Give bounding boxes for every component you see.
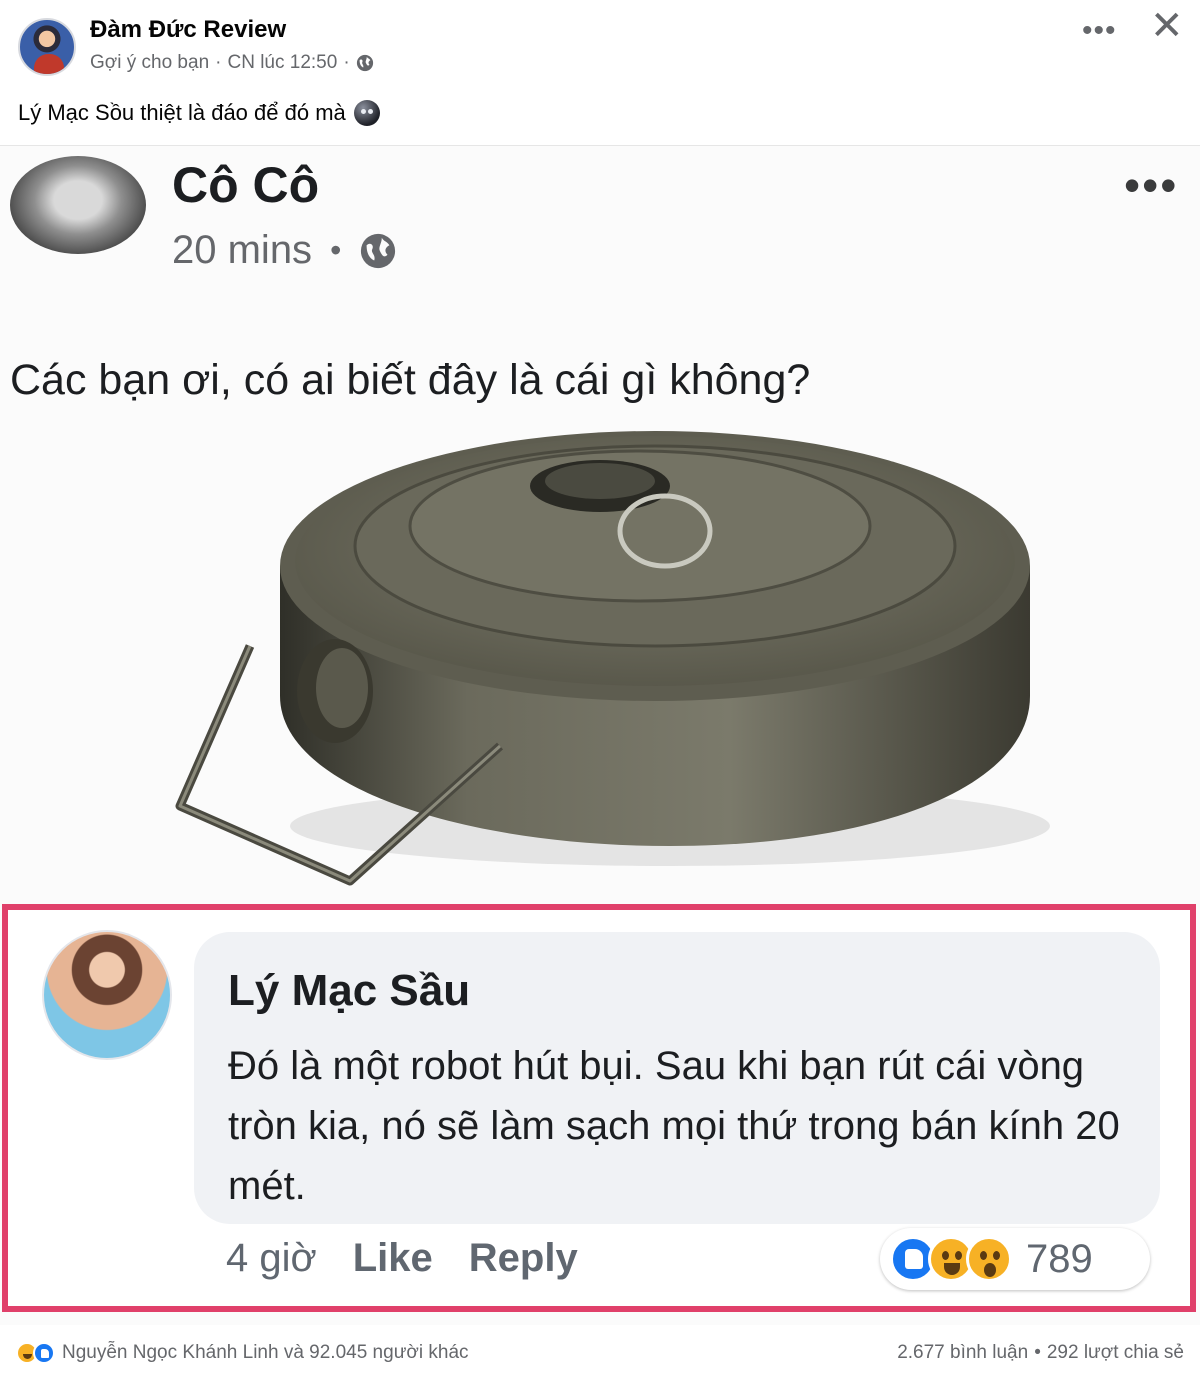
embedded-time: 20 mins [172, 228, 313, 272]
post-image[interactable]: Cô Cô 20 mins • ••• Các bạn ơi, có ai bi… [0, 145, 1200, 1325]
comment-reply-link: Reply [468, 1236, 578, 1280]
comment-text: Đó là một robot hút bụi. Sau khi bạn rút… [228, 1044, 1120, 1208]
more-options-icon[interactable]: ••• [1082, 14, 1117, 48]
embedded-question: Các bạn ơi, có ai biết đây là cái gì khô… [10, 356, 811, 404]
globe-icon [356, 54, 373, 72]
reaction-count: 789 [1026, 1236, 1093, 1281]
post-time[interactable]: CN lúc 12:50 [227, 52, 337, 74]
suggested-label: Gợi ý cho bạn [90, 52, 210, 73]
comment-time: 4 giờ [226, 1236, 317, 1280]
like-reaction-icon [33, 1342, 55, 1364]
landmine-illustration [175, 431, 1050, 886]
highlighted-comment: Lý Mạc Sầu Đó là một robot hút bụi. Sau … [2, 904, 1196, 1312]
comment-like-link: Like [352, 1236, 433, 1280]
wow-reaction-icon [966, 1236, 1012, 1282]
close-icon[interactable]: ✕ [1150, 6, 1184, 46]
comment-reactions: 789 [880, 1228, 1150, 1290]
reactions-summary[interactable]: Nguyễn Ngọc Khánh Linh và 92.045 người k… [16, 1342, 469, 1364]
page-avatar[interactable] [18, 18, 76, 76]
embedded-meta: 20 mins • [172, 228, 397, 273]
meta-separator: · [343, 52, 350, 73]
comment-bubble: Lý Mạc Sầu Đó là một robot hút bụi. Sau … [194, 932, 1160, 1224]
embedded-separator: • [330, 232, 342, 268]
share-count[interactable]: 292 lượt chia sẻ [1047, 1342, 1184, 1364]
post-meta: Gợi ý cho bạn · CN lúc 12:50 · [90, 52, 374, 74]
embedded-author-avatar [10, 156, 146, 254]
commenter-avatar [42, 930, 172, 1060]
page-name[interactable]: Đàm Đức Review [90, 16, 286, 44]
post-header: Đàm Đức Review Gợi ý cho bạn · CN lúc 12… [0, 0, 1200, 92]
likers-text[interactable]: Nguyễn Ngọc Khánh Linh và 92.045 người k… [62, 1342, 469, 1364]
comment-actions: 4 giờ Like Reply [226, 1236, 578, 1281]
engagement-stats: 2.677 bình luận • 292 lượt chia sẻ [897, 1342, 1184, 1364]
meta-separator: · [215, 52, 222, 73]
caption-text: Lý Mạc Sồu thiệt là đáo để đó mà [18, 100, 346, 125]
dark-moon-emoji-icon [353, 100, 380, 126]
stats-separator: • [1034, 1342, 1041, 1363]
embedded-author-name: Cô Cô [172, 157, 320, 213]
comment-count[interactable]: 2.677 bình luận [897, 1342, 1028, 1364]
post-footer: Nguyễn Ngọc Khánh Linh và 92.045 người k… [0, 1330, 1200, 1385]
commenter-name: Lý Mạc Sầu [228, 966, 471, 1015]
post-caption: Lý Mạc Sồu thiệt là đáo để đó mà [18, 100, 380, 126]
embedded-more-icon: ••• [1124, 159, 1179, 211]
globe-icon [361, 233, 396, 268]
